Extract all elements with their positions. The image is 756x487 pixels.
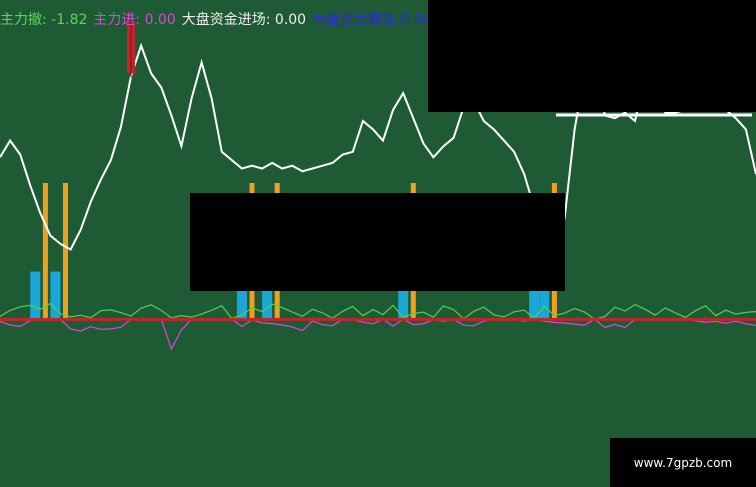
watermark: www.7gpzb.com (610, 438, 756, 487)
legend-value: 0.00 (396, 12, 432, 28)
indicator-chart-panel: 主力撤: -1.82 主力进: 0.00 大盘资金进场: 0.00 大盘资金撤走 0.… (0, 0, 756, 487)
legend-label: 大盘资金进场: (181, 12, 271, 28)
legend-label: 主力撤: (0, 12, 47, 28)
main-out-line (0, 302, 756, 320)
legend-item: 大盘资金撤走 0.00 (312, 9, 432, 29)
redaction-center (190, 193, 565, 291)
legend-item: 大盘资金进场: 0.00 (182, 9, 306, 29)
legend-value: 0.00 (140, 12, 176, 28)
orange-bar (63, 183, 68, 320)
legend-label: 主力进: (93, 12, 141, 28)
legend-item: 主力撤: -1.82 (0, 9, 87, 29)
legend-value: 0.00 (270, 12, 307, 28)
legend-item: 主力进: 0.00 (93, 9, 175, 29)
legend-label: 大盘资金撤走 (312, 12, 397, 28)
orange-bar (42, 183, 48, 320)
main-in-line (0, 318, 756, 351)
cyan-bar (30, 271, 41, 320)
redaction-top-right (428, 0, 756, 112)
legend-value: -1.82 (46, 12, 88, 28)
